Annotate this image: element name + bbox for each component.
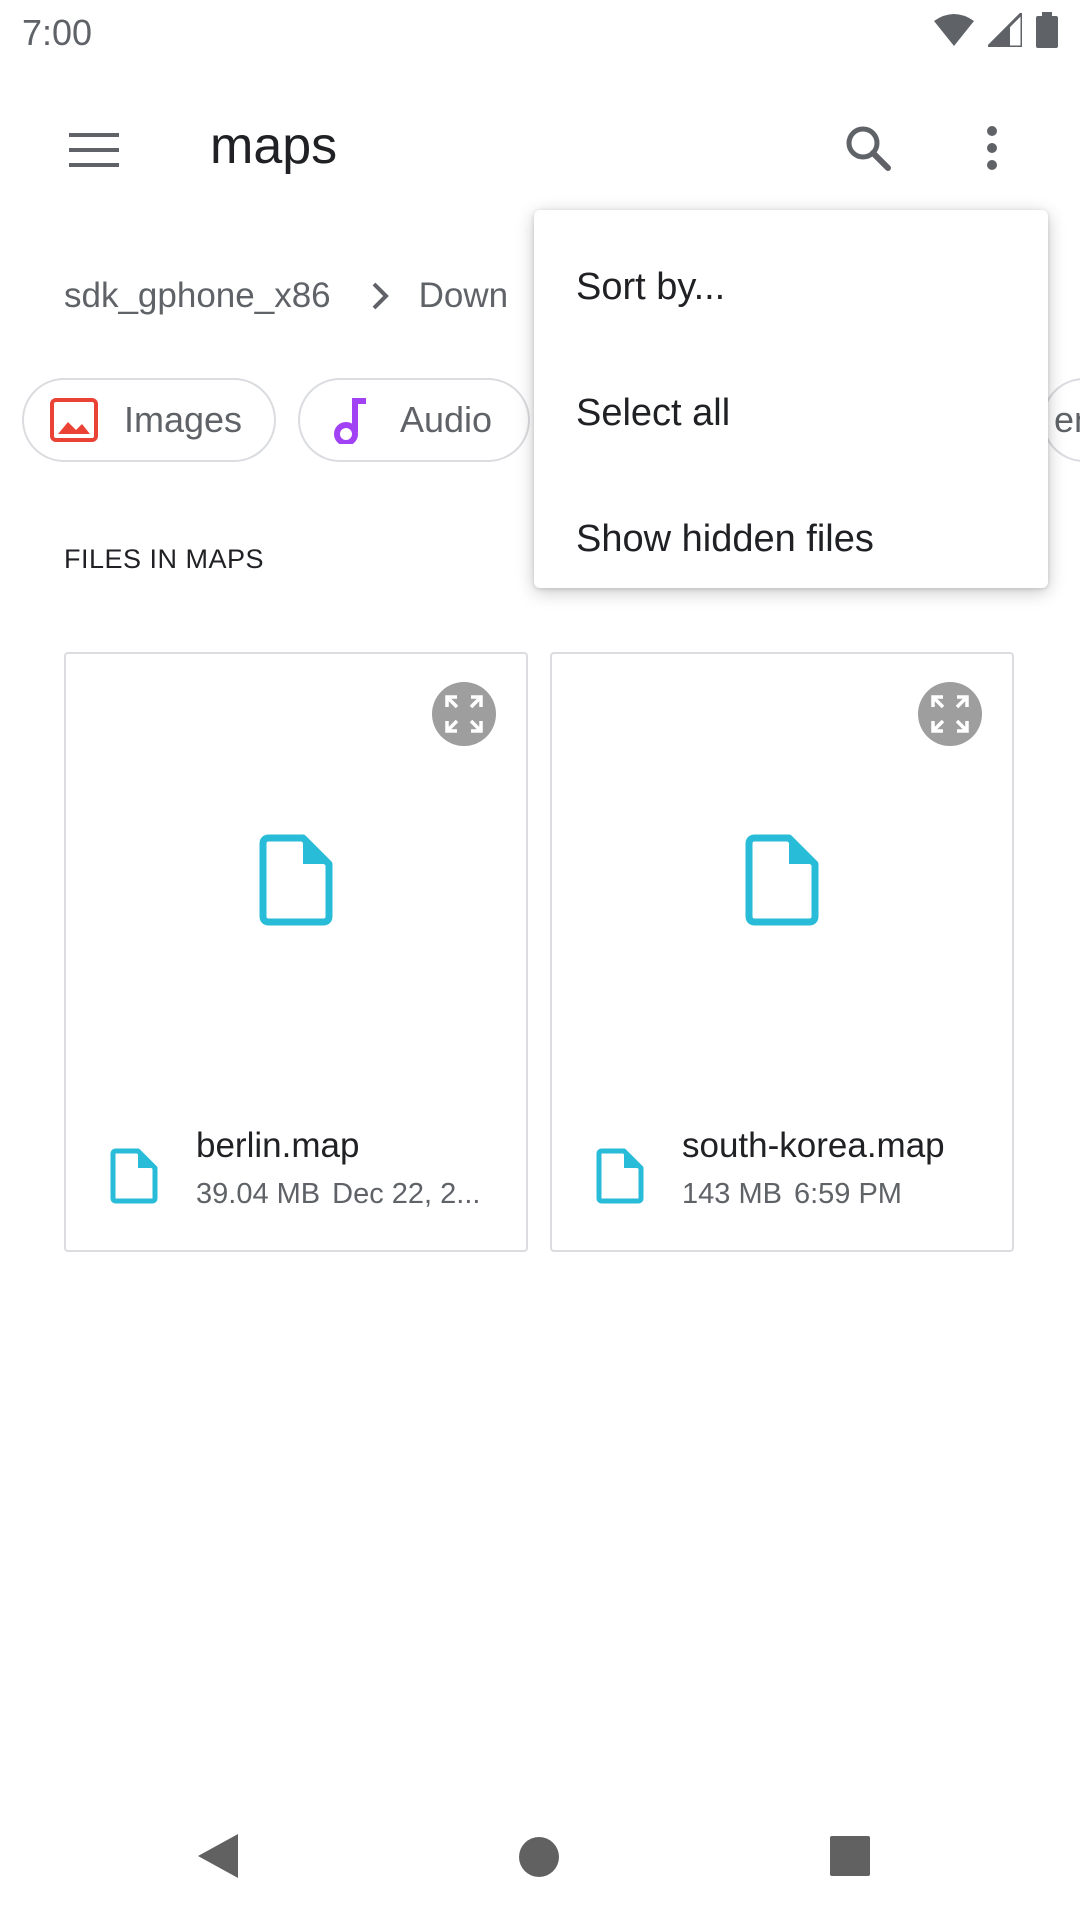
file-name: south-korea.map [682,1126,945,1165]
file-date: 6:59 PM [793,1178,902,1210]
system-nav-bar [0,1790,1080,1920]
file-icon [110,1148,158,1204]
search-button[interactable] [836,116,900,180]
menu-item-show-hidden-files[interactable]: Show hidden files [534,476,1048,602]
chip-images[interactable]: Images [22,378,276,462]
file-card-footer: south-korea.map 143 MB 6:59 PM [552,1126,1012,1226]
nav-recents-button[interactable] [830,1836,870,1881]
file-name: berlin.map [196,1126,360,1165]
overflow-menu: Sort by... Select all Show hidden files [534,210,1048,588]
file-meta: 143 MB 6:59 PM [682,1178,992,1211]
more-options-button[interactable] [960,116,1024,180]
chevron-right-icon [371,281,389,311]
file-preview [66,834,526,954]
fullscreen-icon [445,695,483,733]
top-app-bar: maps [0,84,1080,212]
hamburger-menu-icon [69,133,119,167]
search-icon [846,126,891,171]
file-card-footer: berlin.map 39.04 MB Dec 22, 2... [66,1126,526,1226]
battery-icon [1036,12,1058,48]
home-circle-icon [519,1837,559,1877]
chip-label: Images [124,399,243,440]
status-bar: 7:00 [0,0,1080,64]
image-icon [50,396,98,444]
music-note-icon [326,396,374,444]
breadcrumb-root[interactable]: sdk_gphone_x86 [64,276,331,316]
file-preview [552,834,1012,954]
expand-preview-button[interactable] [918,682,982,746]
status-icons [934,12,1058,48]
nav-back-button[interactable] [196,1832,240,1885]
back-triangle-icon [198,1834,238,1878]
status-time: 7:00 [22,12,93,53]
file-card[interactable]: south-korea.map 143 MB 6:59 PM [550,652,1014,1252]
section-header: FILES IN MAPS [64,544,265,574]
nav-home-button[interactable] [518,1836,560,1883]
chip-audio[interactable]: Audio [298,378,530,462]
expand-preview-button[interactable] [432,682,496,746]
breadcrumb: sdk_gphone_x86 Down [64,268,508,324]
file-card[interactable]: berlin.map 39.04 MB Dec 22, 2... [64,652,528,1252]
wifi-icon [934,14,974,46]
breadcrumb-current[interactable]: Down [419,276,508,316]
file-date: Dec 22, 2... [332,1178,481,1210]
file-size: 39.04 MB [196,1178,321,1210]
cell-signal-icon [988,13,1022,47]
file-icon [596,1148,644,1204]
navigation-drawer-button[interactable] [62,118,126,182]
recents-square-icon [830,1836,870,1876]
file-size: 143 MB [682,1178,782,1210]
more-vert-icon [987,126,997,170]
fullscreen-icon [931,695,969,733]
page-title: maps [210,117,338,175]
file-meta: 39.04 MB Dec 22, 2... [196,1178,506,1211]
menu-item-select-all[interactable]: Select all [534,350,1048,476]
chip-label: ents [1054,399,1080,440]
file-icon [745,834,819,926]
file-icon [259,834,333,926]
menu-item-sort-by[interactable]: Sort by... [534,224,1048,350]
chip-label: Audio [400,399,493,440]
